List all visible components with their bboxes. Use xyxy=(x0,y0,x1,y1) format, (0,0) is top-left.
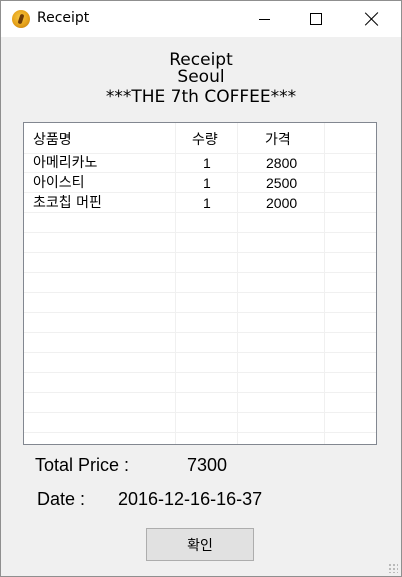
table-row-qty[interactable]: 1 xyxy=(203,195,211,211)
row-divider xyxy=(24,232,376,233)
row-divider xyxy=(24,412,376,413)
column-header-item[interactable]: 상품명 xyxy=(33,129,72,149)
table-row-item[interactable]: 초코칩 머핀 xyxy=(33,195,102,211)
maximize-button[interactable] xyxy=(293,1,339,37)
row-divider xyxy=(24,392,376,393)
receipt-window: Receipt Receipt Seoul ***THE 7th COFFEE*… xyxy=(0,0,402,577)
coffee-bean-icon xyxy=(12,10,30,28)
total-price-label: Total Price : xyxy=(35,455,130,475)
row-divider xyxy=(24,252,376,253)
row-divider xyxy=(24,432,376,433)
window-title: Receipt xyxy=(37,10,90,26)
row-divider xyxy=(24,192,376,193)
column-header-qty[interactable]: 수량 xyxy=(192,129,218,149)
table-row-qty[interactable]: 1 xyxy=(203,155,211,171)
row-divider xyxy=(24,212,376,213)
table-row-item[interactable]: 아이스티 xyxy=(33,175,85,191)
row-divider xyxy=(24,172,376,173)
row-divider xyxy=(24,372,376,373)
table-row-price[interactable]: 2000 xyxy=(266,195,297,211)
date-label: Date : xyxy=(37,489,86,509)
city-label: Seoul xyxy=(177,67,225,87)
title-bar[interactable]: Receipt xyxy=(1,1,401,37)
confirm-button[interactable]: 확인 xyxy=(146,528,254,561)
date-value: 2016-12-16-16-37 xyxy=(118,489,263,509)
row-divider xyxy=(24,332,376,333)
row-divider xyxy=(24,352,376,353)
resize-grip-icon[interactable] xyxy=(388,563,398,573)
row-divider xyxy=(24,292,376,293)
close-icon xyxy=(365,12,379,26)
row-divider xyxy=(24,312,376,313)
order-list[interactable]: 상품명 수량 가격 아메리카노 1 2800 아이스티 1 2500 초코칩 머… xyxy=(23,122,377,445)
table-row-price[interactable]: 2500 xyxy=(266,175,297,191)
shop-name: ***THE 7th COFFEE*** xyxy=(105,87,297,107)
minimize-icon xyxy=(258,18,270,20)
table-row-item[interactable]: 아메리카노 xyxy=(33,155,97,171)
total-price-value: 7300 xyxy=(187,455,228,475)
row-divider xyxy=(24,153,376,154)
minimize-button[interactable] xyxy=(241,1,287,37)
close-button[interactable] xyxy=(349,1,395,37)
maximize-icon xyxy=(310,13,322,25)
table-row-qty[interactable]: 1 xyxy=(203,175,211,191)
receipt-heading: Receipt xyxy=(169,50,233,70)
table-row-price[interactable]: 2800 xyxy=(266,155,297,171)
column-header-price[interactable]: 가격 xyxy=(265,129,291,149)
row-divider xyxy=(24,272,376,273)
